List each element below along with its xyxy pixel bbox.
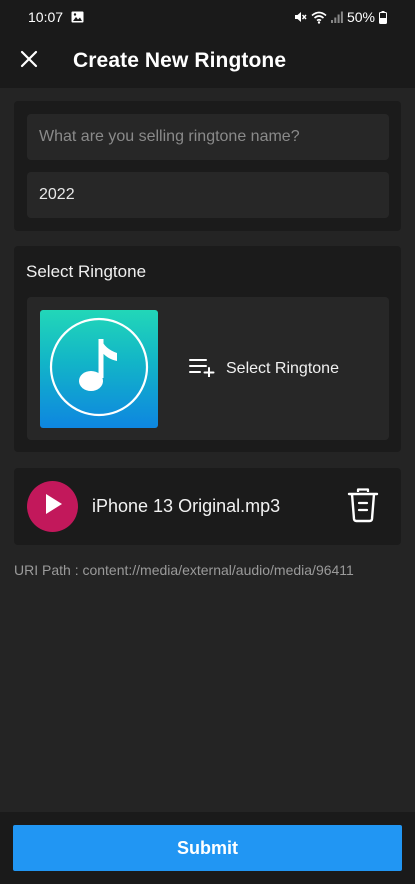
bottom-bar: Submit xyxy=(0,812,415,884)
ringtone-details-card xyxy=(14,101,401,231)
uri-path-text: URI Path : content://media/external/audi… xyxy=(14,562,354,578)
selected-file-card: iPhone 13 Original.mp3 xyxy=(14,468,401,545)
play-button[interactable] xyxy=(27,481,78,532)
mute-icon xyxy=(293,10,307,24)
status-time: 10:07 xyxy=(28,9,64,25)
wifi-icon xyxy=(311,11,327,24)
status-bar: 10:07 50% xyxy=(0,0,415,34)
year-field[interactable] xyxy=(27,172,389,218)
app-bar: Create New Ringtone xyxy=(0,34,415,88)
select-ringtone-label: Select Ringtone xyxy=(226,360,339,377)
battery-percent: 50% xyxy=(346,9,375,25)
ringtone-name-input[interactable] xyxy=(39,128,377,146)
play-icon xyxy=(43,493,63,520)
year-input[interactable] xyxy=(39,186,377,204)
music-note-icon xyxy=(47,315,151,424)
status-left: 10:07 xyxy=(28,9,84,25)
select-ringtone-button[interactable]: Select Ringtone xyxy=(189,355,339,383)
select-ringtone-heading: Select Ringtone xyxy=(26,262,147,281)
page-title: Create New Ringtone xyxy=(73,49,287,72)
close-button[interactable] xyxy=(0,34,58,88)
battery-icon xyxy=(379,10,387,24)
signal-icon xyxy=(330,11,343,23)
image-icon xyxy=(71,11,84,23)
select-ringtone-box[interactable]: Select Ringtone xyxy=(27,297,389,440)
delete-button[interactable] xyxy=(344,487,382,527)
trash-icon xyxy=(347,487,379,528)
status-right: 50% xyxy=(293,9,387,25)
ringtone-thumbnail xyxy=(40,310,158,428)
ringtone-name-field[interactable] xyxy=(27,114,389,160)
select-ringtone-card: Select Ringtone Select Ringtone xyxy=(14,246,401,452)
file-name: iPhone 13 Original.mp3 xyxy=(92,496,281,516)
playlist-add-icon xyxy=(189,357,216,382)
close-icon xyxy=(20,50,38,73)
submit-button[interactable]: Submit xyxy=(13,825,402,871)
